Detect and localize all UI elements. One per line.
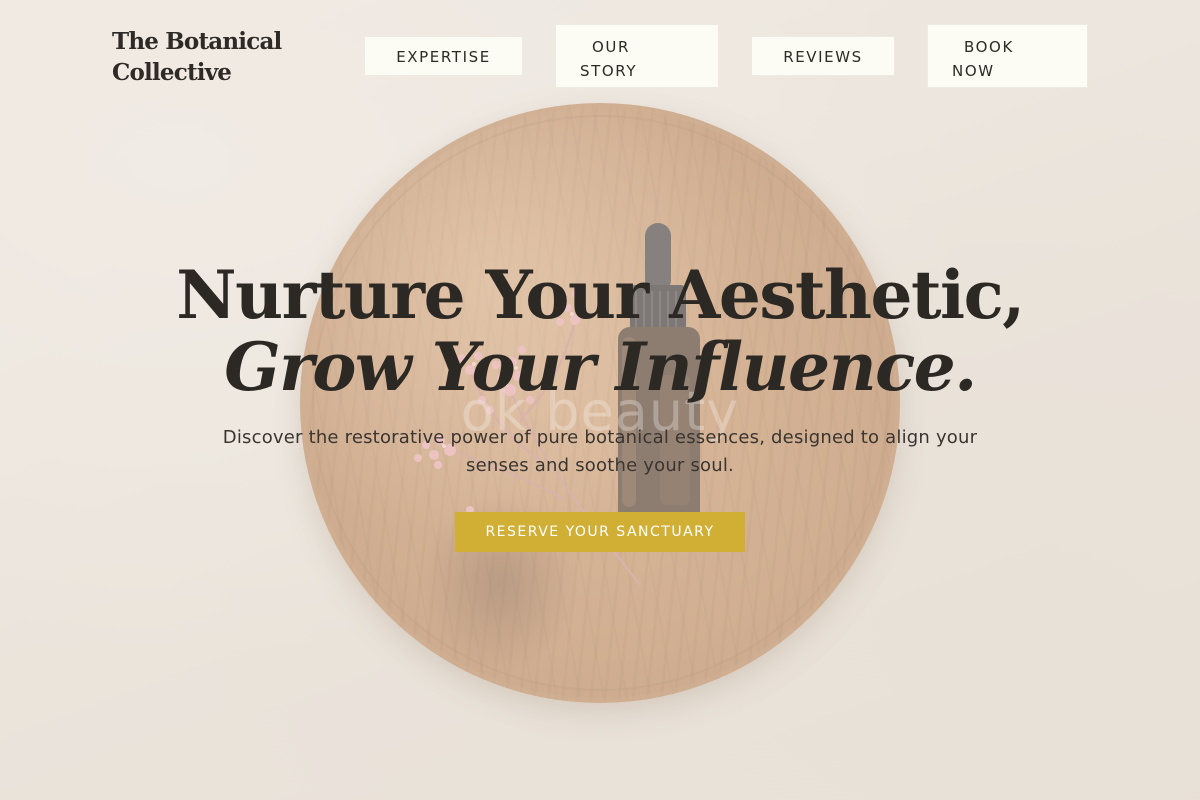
nav-our-story-label-line1: OUR bbox=[592, 38, 631, 56]
brand-logo[interactable]: The Botanical Collective bbox=[112, 26, 302, 88]
reserve-sanctuary-button[interactable]: RESERVE YOUR SANCTUARY bbox=[455, 512, 745, 552]
hero-title-line2: Grow Your Influence. bbox=[224, 328, 977, 406]
nav-reviews-button[interactable]: REVIEWS bbox=[751, 36, 895, 76]
nav-our-story-button[interactable]: OUR STORY bbox=[555, 24, 719, 88]
hero-title: Nurture Your Aesthetic, Grow Your Influe… bbox=[0, 258, 1200, 402]
nav-our-story-label-line2: STORY bbox=[580, 62, 638, 80]
nav-book-now-button[interactable]: BOOK NOW bbox=[927, 24, 1088, 88]
nav-book-now-label-line2: NOW bbox=[952, 62, 995, 80]
nav-book-now-label-line1: BOOK bbox=[964, 38, 1014, 56]
hero-subtitle: Discover the restorative power of pure b… bbox=[222, 427, 978, 476]
hero-title-line1: Nurture Your Aesthetic, bbox=[176, 256, 1025, 334]
nav-expertise-button[interactable]: EXPERTISE bbox=[364, 36, 523, 76]
